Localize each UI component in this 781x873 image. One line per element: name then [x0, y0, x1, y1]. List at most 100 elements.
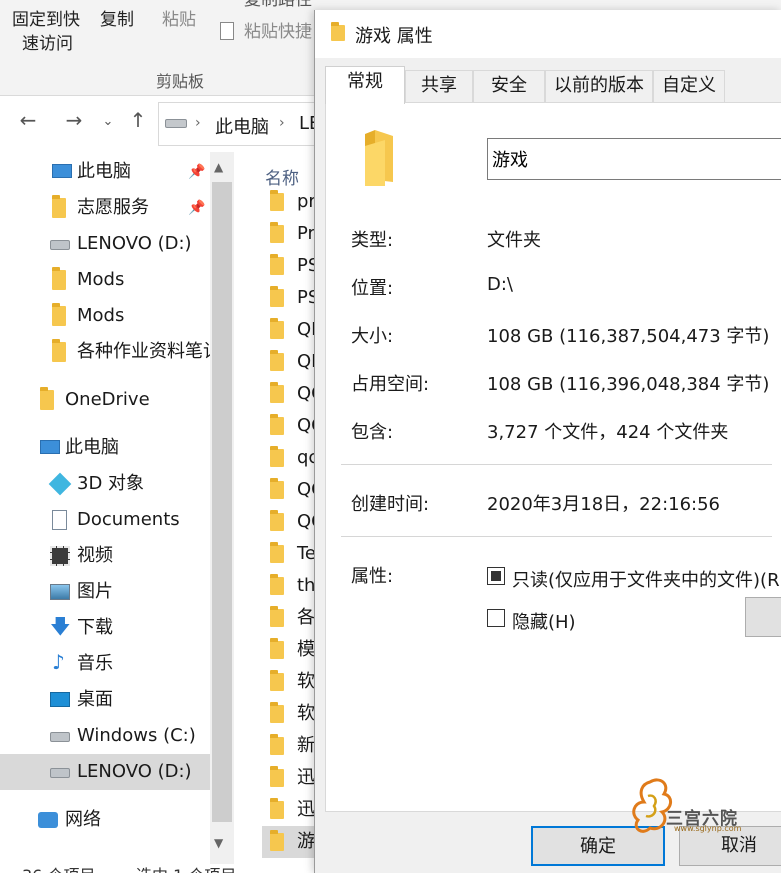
file-name: 模 — [297, 639, 315, 660]
file-name: th — [297, 575, 316, 596]
up-arrow-icon[interactable]: ↑ — [124, 108, 152, 132]
breadcrumb-root[interactable]: 此电脑 — [215, 113, 269, 139]
nav-item-3d-objects[interactable]: 3D 对象 — [0, 466, 210, 502]
file-row[interactable]: th — [262, 570, 322, 602]
watermark-url: www.sglynp.com — [674, 824, 742, 833]
nav-item-volunteer[interactable]: 志愿服务 📌 — [0, 190, 210, 226]
file-row[interactable]: qc — [262, 442, 322, 474]
nav-item-onedrive[interactable]: OneDrive — [0, 382, 210, 418]
file-name: 各 — [297, 607, 315, 628]
nav-item-mods-1[interactable]: Mods — [0, 262, 210, 298]
tab-security[interactable]: 安全 — [473, 70, 545, 102]
tab-previous-versions[interactable]: 以前的版本 — [545, 70, 653, 102]
copy-button[interactable]: 复制 — [100, 8, 134, 32]
file-row[interactable]: QI — [262, 314, 322, 346]
pin-icon: 📌 — [188, 200, 206, 216]
tab-customize[interactable]: 自定义 — [653, 70, 725, 102]
nav-item-network[interactable]: 网络 — [0, 802, 210, 838]
nav-label: 此电脑 — [65, 437, 119, 458]
nav-item-documents[interactable]: Documents — [0, 502, 210, 538]
file-row[interactable]: 迅 — [262, 762, 322, 794]
nav-scrollbar-thumb[interactable] — [212, 182, 232, 822]
forward-arrow-icon[interactable]: → — [60, 108, 88, 132]
file-row[interactable]: QC — [262, 474, 322, 506]
file-row[interactable]: 模 — [262, 634, 322, 666]
paste-shortcut-button[interactable]: 粘贴快捷 — [244, 20, 312, 44]
nav-item-lenovo-d[interactable]: LENOVO (D:) — [0, 754, 210, 790]
pictures-icon — [50, 584, 70, 600]
nav-item-lenovo-quick[interactable]: LENOVO (D:) — [0, 226, 210, 262]
advanced-button[interactable] — [745, 597, 781, 637]
folder-icon — [52, 303, 66, 326]
nav-item-this-pc[interactable]: 此电脑 — [0, 430, 210, 466]
pin-quick-access-button[interactable]: 固定到快 速访问 — [12, 8, 80, 56]
back-arrow-icon[interactable]: ← — [14, 108, 42, 132]
file-row[interactable]: pr — [262, 186, 322, 218]
disk-size-value: 108 GB (116,396,048,384 字节) — [487, 374, 770, 395]
file-row[interactable]: Pr — [262, 218, 322, 250]
disk-size-label: 占用空间: — [351, 374, 430, 395]
file-row[interactable]: 迅 — [262, 794, 322, 826]
scroll-up-icon[interactable]: ▲ — [214, 160, 223, 174]
nav-label: Mods — [77, 305, 125, 326]
nav-item-pictures[interactable]: 图片 — [0, 574, 210, 610]
file-name: Pr — [297, 223, 315, 244]
readonly-checkbox[interactable] — [487, 567, 505, 585]
selected-count: 选中 1 个项目 — [136, 862, 236, 873]
file-name: 软 — [297, 703, 315, 724]
nav-item-notes[interactable]: 各种作业资料笔记 — [0, 334, 210, 370]
size-label: 大小: — [351, 326, 394, 347]
nav-label: 音乐 — [77, 653, 113, 674]
file-row[interactable]: QC — [262, 506, 322, 538]
file-row[interactable]: PS — [262, 250, 322, 282]
hidden-checkbox[interactable] — [487, 609, 505, 627]
folder-icon — [270, 446, 284, 467]
file-row[interactable]: 软 — [262, 698, 322, 730]
folder-icon — [270, 542, 284, 563]
copy-path-button[interactable]: 复制路径 — [244, 0, 312, 12]
readonly-label[interactable]: 只读(仅应用于文件夹中的文件)(R) — [512, 566, 781, 592]
nav-item-music[interactable]: ♪ 音乐 — [0, 646, 210, 682]
drive-icon — [50, 732, 70, 742]
nav-item-desktop[interactable]: 桌面 — [0, 682, 210, 718]
nav-item-this-pc-quick[interactable]: 此电脑 📌 — [0, 154, 210, 190]
file-row[interactable]: QC — [262, 410, 322, 442]
folder-icon — [52, 267, 66, 290]
folder-icon — [270, 478, 284, 499]
file-row[interactable]: Te — [262, 538, 322, 570]
file-row[interactable]: PS — [262, 282, 322, 314]
download-icon: 🡇 — [50, 614, 71, 638]
nav-label: 此电脑 — [77, 161, 131, 182]
folder-icon — [270, 254, 284, 275]
file-row[interactable]: 各 — [262, 602, 322, 634]
screen: 固定到快 速访问 复制 粘贴 复制路径 粘贴快捷 剪贴板 ← → ⌄ ↑ › 此… — [0, 0, 781, 873]
folder-name-input[interactable] — [487, 138, 781, 180]
breadcrumb-chevron-icon: › — [195, 115, 201, 131]
paste-button[interactable]: 粘贴 — [162, 8, 196, 32]
pin-quick-label-2: 速访问 — [22, 34, 73, 54]
file-row[interactable]: 游 — [262, 826, 322, 858]
nav-item-videos[interactable]: 视频 — [0, 538, 210, 574]
folder-icon — [270, 414, 284, 435]
recent-chevron-icon[interactable]: ⌄ — [94, 114, 122, 129]
folder-icon — [270, 190, 284, 211]
nav-item-mods-2[interactable]: Mods — [0, 298, 210, 334]
file-row[interactable]: 新 — [262, 730, 322, 762]
file-name: 新 — [297, 735, 315, 756]
hidden-label[interactable]: 隐藏(H) — [512, 608, 576, 634]
file-row[interactable]: QC — [262, 378, 322, 410]
tab-general[interactable]: 常规 — [325, 66, 405, 104]
file-row[interactable]: 软 — [262, 666, 322, 698]
file-row[interactable]: QI — [262, 346, 322, 378]
large-folder-icon — [361, 130, 393, 186]
scroll-down-icon[interactable]: ▼ — [214, 836, 223, 850]
item-count: 36 个项目 — [22, 862, 95, 873]
nav-label: 桌面 — [77, 689, 113, 710]
nav-item-downloads[interactable]: 🡇 下载 — [0, 610, 210, 646]
nav-label: LENOVO (D:) — [77, 761, 192, 782]
paste-shortcut-icon — [220, 22, 234, 40]
dialog-title-bar[interactable]: 游戏 属性 — [315, 10, 781, 58]
tab-sharing[interactable]: 共享 — [405, 70, 473, 102]
folder-icon — [52, 339, 66, 362]
nav-item-windows-c[interactable]: Windows (C:) — [0, 718, 210, 754]
